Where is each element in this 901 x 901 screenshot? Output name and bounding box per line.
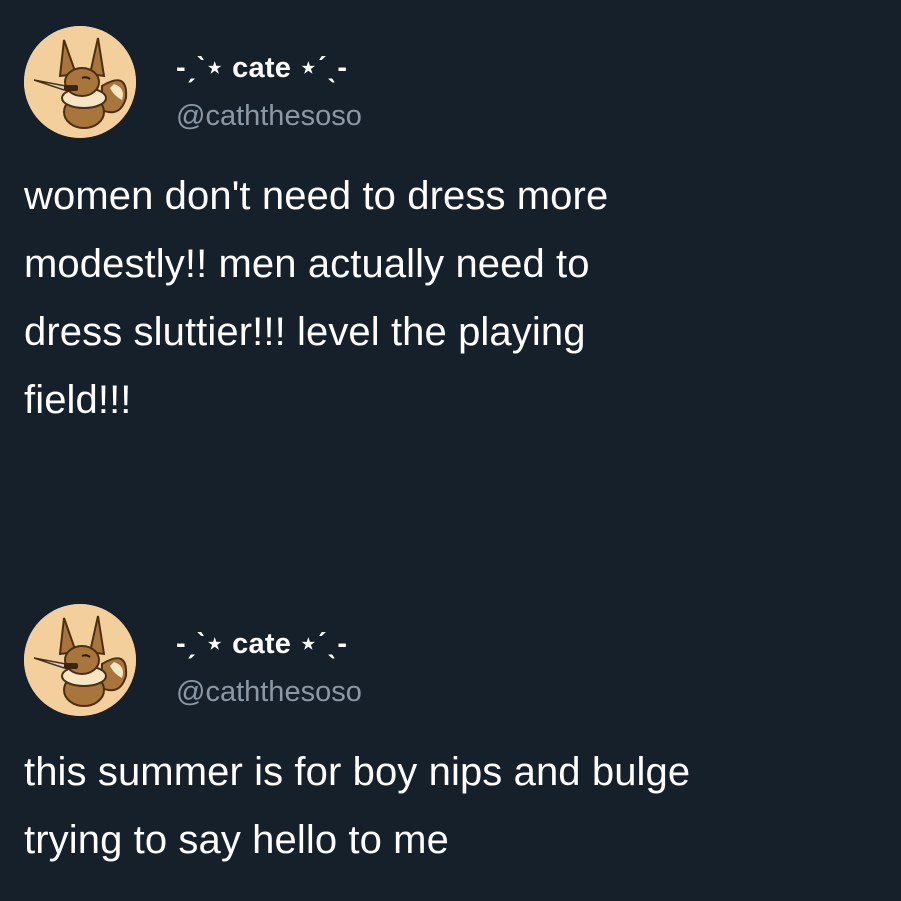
user-handle[interactable]: @caththesoso (176, 100, 362, 133)
tweet-header: -ˏˋ⋆ cate ⋆ˊˎ- @caththesoso (0, 0, 901, 150)
tweet[interactable]: -ˏˋ⋆ cate ⋆ˊˎ- @caththesoso women don't … (0, 0, 901, 422)
avatar[interactable] (24, 26, 136, 138)
tweet-text: this summer is for boy nips and bulge tr… (24, 750, 691, 862)
eevee-with-knife-avatar-icon (24, 604, 136, 716)
tweet-header: -ˏˋ⋆ cate ⋆ˊˎ- @caththesoso (0, 580, 901, 730)
user-handle[interactable]: @caththesoso (176, 676, 362, 709)
tweet-text: women don't need to dress more modestly!… (24, 174, 609, 422)
display-name[interactable]: -ˏˋ⋆ cate ⋆ˊˎ- (176, 626, 347, 661)
avatar[interactable] (24, 604, 136, 716)
display-name[interactable]: -ˏˋ⋆ cate ⋆ˊˎ- (176, 50, 347, 85)
eevee-with-knife-avatar-icon (24, 26, 136, 138)
tweet[interactable]: -ˏˋ⋆ cate ⋆ˊˎ- @caththesoso this summer … (0, 580, 901, 862)
